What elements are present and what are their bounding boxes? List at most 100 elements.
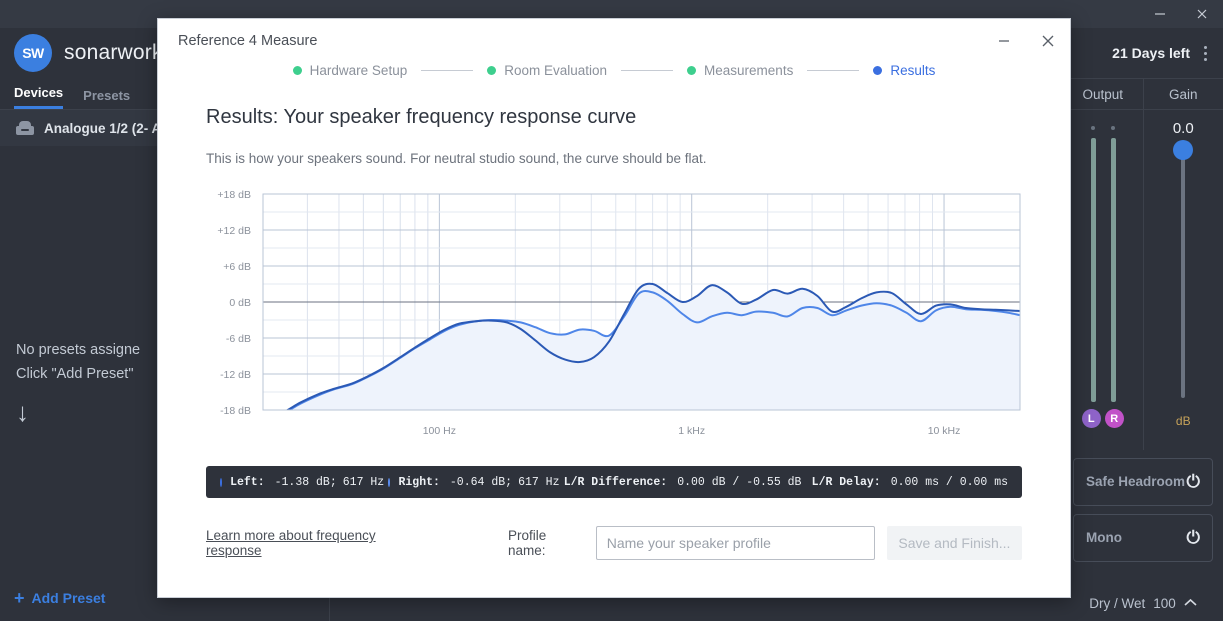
- badge-right[interactable]: R: [1104, 409, 1124, 428]
- tab-presets[interactable]: Presets: [83, 88, 130, 109]
- mono-label: Mono: [1086, 530, 1122, 545]
- step-results[interactable]: Results: [873, 63, 935, 78]
- profile-name-label: Profile name:: [507, 528, 547, 558]
- dry-wet-control[interactable]: Dry / Wet 100: [1063, 596, 1223, 611]
- output-meter-group: L R: [1063, 110, 1144, 450]
- gain-value: 0.0: [1172, 120, 1194, 137]
- chart-svg: +18 dB +12 dB +6 dB 0 dB -6 dB -12 dB -18 dB 10…: [217, 189, 1021, 437]
- output-clip-dot-left: [1091, 126, 1095, 130]
- status-lr-delay-value: 0.00 ms / 0.00 ms: [890, 475, 1009, 489]
- step-measurements[interactable]: Measurements: [687, 63, 793, 78]
- screen-root: SW sonarworks Devices Presets Analogue 1…: [0, 0, 1223, 621]
- status-lr-delay-key: L/R Delay:: [811, 475, 881, 489]
- step-hardware-setup[interactable]: Hardware Setup: [292, 63, 408, 78]
- safe-headroom-label: Safe Headroom: [1086, 474, 1186, 489]
- svg-text:+6 dB: +6 dB: [223, 261, 251, 273]
- status-right-value: -0.64 dB;: [449, 475, 513, 489]
- left-channel-dot-icon: [220, 477, 223, 487]
- output-clip-dot-right: [1111, 126, 1115, 130]
- step-connector: [807, 70, 860, 71]
- meter-column-headers: Output Gain: [1063, 78, 1223, 110]
- step-label: Results: [890, 63, 936, 78]
- profile-name-input[interactable]: [595, 526, 875, 560]
- status-left-frequency: 617 Hz: [342, 475, 385, 489]
- chevron-up-icon[interactable]: [1184, 598, 1197, 610]
- page-subtitle: This is how your speakers sound. For neu…: [206, 151, 707, 166]
- app-right-panel: 21 Days left Output Gain L R 0.0 dB Safe…: [1063, 28, 1223, 621]
- gain-slider-knob[interactable]: [1173, 140, 1194, 160]
- sonarworks-logo-icon: SW: [14, 34, 52, 72]
- svg-text:10 kHz: 10 kHz: [928, 425, 961, 437]
- gain-slider-group: 0.0 dB: [1144, 110, 1223, 450]
- svg-text:-6 dB: -6 dB: [226, 333, 251, 345]
- overflow-menu-icon[interactable]: [1198, 42, 1213, 65]
- dialog-footer: Learn more about frequency response Prof…: [206, 526, 1022, 560]
- status-left-value: -1.38 dB;: [274, 475, 337, 489]
- frequency-response-chart: +18 dB +12 dB +6 dB 0 dB -6 dB -12 dB -18 dB 10…: [206, 188, 1022, 448]
- app-minimize-button[interactable]: [1139, 0, 1181, 28]
- device-name: Analogue 1/2 (2- A: [44, 120, 162, 136]
- dialog-minimize-button[interactable]: [982, 19, 1026, 63]
- wizard-steps: Hardware Setup Room Evaluation Measureme…: [158, 63, 1070, 84]
- status-lr-difference-value: 0.00 dB / -0.55 dB: [677, 475, 802, 489]
- meters-area: L R 0.0 dB: [1063, 110, 1223, 450]
- status-left-key: Left:: [230, 475, 265, 489]
- svg-text:1 kHz: 1 kHz: [678, 425, 705, 437]
- column-header-output: Output: [1082, 86, 1124, 102]
- save-and-finish-button[interactable]: Save and Finish...: [886, 526, 1022, 560]
- status-left: Left: -1.38 dB;: [230, 476, 337, 489]
- dialog-title: Reference 4 Measure: [178, 33, 318, 49]
- power-icon: ⏻: [1186, 472, 1200, 491]
- audio-device-icon: [16, 121, 34, 135]
- step-room-evaluation[interactable]: Room Evaluation: [487, 63, 607, 78]
- svg-text:100 Hz: 100 Hz: [423, 425, 456, 437]
- measurement-status-bar: Left: -1.38 dB; 617 Hz Right: -0.64 dB; …: [206, 466, 1022, 498]
- output-meter-bar-left: [1091, 138, 1096, 402]
- safe-headroom-button[interactable]: Safe Headroom ⏻: [1073, 458, 1213, 506]
- plus-icon: +: [14, 588, 25, 608]
- dialog-close-button[interactable]: [1026, 19, 1070, 63]
- svg-text:+18 dB: +18 dB: [217, 189, 251, 201]
- dialog-body: Results: Your speaker frequency response…: [158, 84, 1070, 448]
- trial-bar: 21 Days left: [1063, 28, 1223, 78]
- measure-dialog: Reference 4 Measure Hardware Setup Room …: [157, 18, 1071, 598]
- status-right: Right: -0.64 dB;: [398, 476, 512, 489]
- lr-badges[interactable]: L R: [1063, 409, 1143, 428]
- badge-left[interactable]: L: [1081, 409, 1101, 428]
- status-lr-delay: L/R Delay: 0.00 ms / 0.00 ms: [812, 476, 1008, 489]
- column-header-gain: Gain: [1142, 79, 1223, 109]
- mono-button[interactable]: Mono ⏻: [1073, 514, 1213, 562]
- dialog-window-controls: [982, 19, 1070, 63]
- app-close-button[interactable]: [1181, 0, 1223, 28]
- power-icon: ⏻: [1186, 528, 1200, 547]
- learn-more-link[interactable]: Learn more about frequency response: [206, 528, 424, 558]
- step-dot-icon: [292, 66, 302, 75]
- step-dot-icon: [487, 66, 497, 75]
- add-preset-button[interactable]: + Add Preset: [14, 589, 105, 607]
- svg-text:-18 dB: -18 dB: [220, 405, 251, 417]
- step-dot-icon: [687, 66, 697, 75]
- svg-text:+12 dB: +12 dB: [217, 225, 251, 237]
- gain-unit-label: dB: [1175, 414, 1191, 428]
- page-title: Results: Your speaker frequency response…: [206, 106, 637, 128]
- step-label: Measurements: [704, 63, 794, 78]
- dry-wet-label: Dry / Wet: [1089, 596, 1146, 611]
- tab-devices[interactable]: Devices: [14, 85, 64, 109]
- trial-days-label: 21 Days left: [1112, 45, 1190, 61]
- status-right-key: Right:: [398, 475, 440, 489]
- step-label: Room Evaluation: [504, 63, 608, 78]
- status-lr-difference: L/R Difference: 0.00 dB / -0.55 dB: [564, 476, 802, 489]
- gain-slider-track[interactable]: [1181, 148, 1186, 398]
- step-label: Hardware Setup: [309, 63, 408, 78]
- output-meter-bar-right: [1111, 138, 1116, 402]
- svg-text:-12 dB: -12 dB: [220, 369, 251, 381]
- add-preset-label: Add Preset: [31, 590, 106, 606]
- right-channel-dot-icon: [388, 477, 391, 487]
- status-lr-difference-key: L/R Difference:: [563, 475, 668, 489]
- step-connector: [421, 70, 474, 71]
- svg-text:0 dB: 0 dB: [229, 297, 251, 309]
- dry-wet-value: 100: [1153, 596, 1176, 611]
- step-dot-icon: [873, 66, 883, 75]
- step-connector: [621, 70, 674, 71]
- status-right-frequency: 617 Hz: [518, 475, 560, 489]
